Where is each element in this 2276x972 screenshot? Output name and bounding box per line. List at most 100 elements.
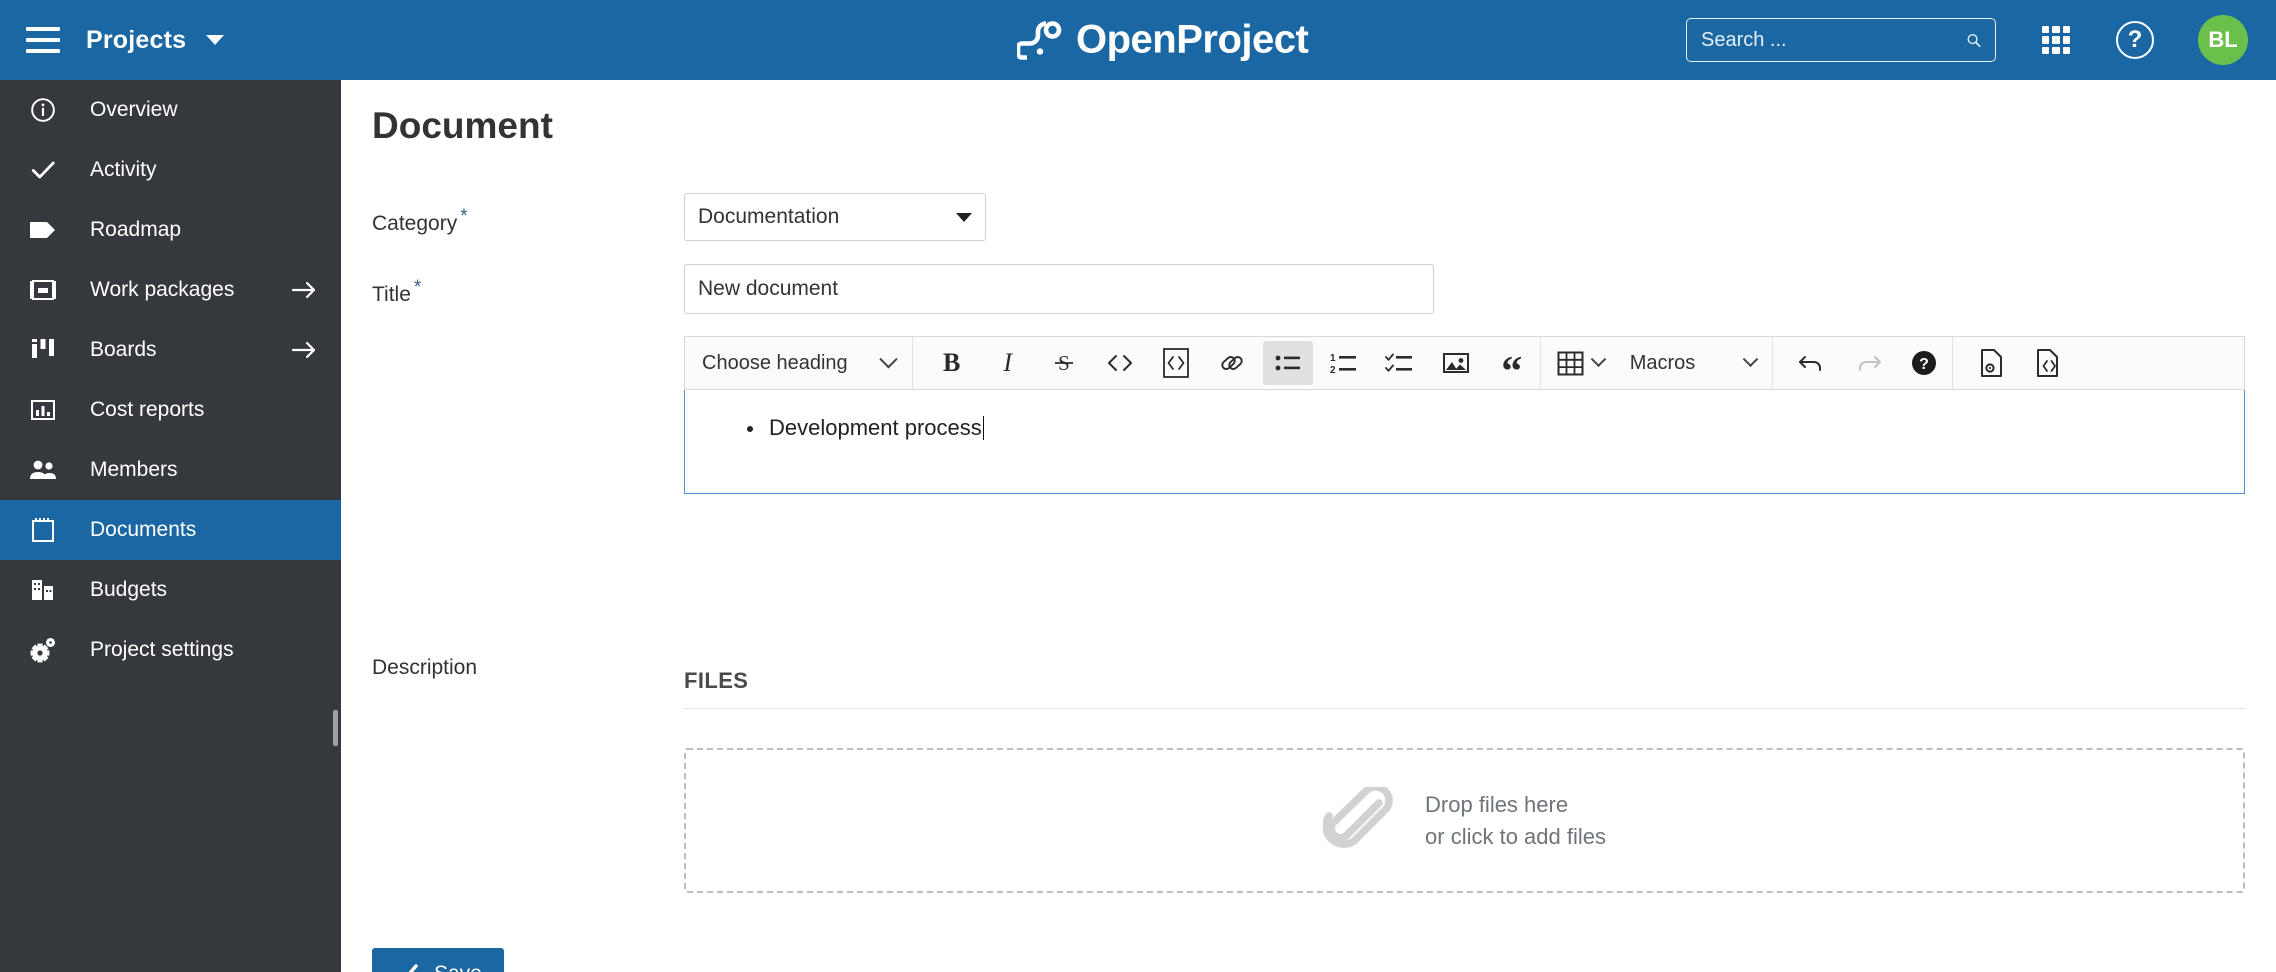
link-button[interactable] xyxy=(1207,341,1257,385)
gear-icon xyxy=(26,635,60,665)
sidebar-item-boards[interactable]: Boards xyxy=(0,320,341,380)
required-marker: * xyxy=(413,277,422,298)
view-mode-buttons xyxy=(1953,337,2076,389)
editor-list-item[interactable]: Development process xyxy=(685,414,2244,443)
title-label-text: Title xyxy=(372,283,411,306)
bold-button[interactable]: B xyxy=(927,341,977,385)
project-selector[interactable]: Projects xyxy=(86,25,225,55)
top-navigation-bar: Projects OpenProject ? BL xyxy=(0,0,2276,80)
sidebar-resize-handle[interactable] xyxy=(333,710,338,746)
sidebar-item-label: Activity xyxy=(90,158,157,181)
rich-text-editor: Choose heading B I S 1 2 “ Macros ? Deve… xyxy=(684,336,2245,494)
sidebar-item-work-packages[interactable]: Work packages xyxy=(0,260,341,320)
save-button[interactable]: Save xyxy=(372,948,504,972)
category-label-text: Category xyxy=(372,212,458,235)
editor-list-item-text: Development process xyxy=(769,415,982,440)
editor-content-area[interactable]: Development process xyxy=(684,390,2245,494)
markdown-source-button[interactable] xyxy=(2023,341,2073,385)
editor-bulleted-list: Development process xyxy=(685,414,2244,443)
divider xyxy=(684,708,2245,709)
arrow-right-icon[interactable] xyxy=(291,280,317,300)
chevron-down-icon xyxy=(956,212,972,222)
heading-select[interactable]: Choose heading xyxy=(685,337,912,389)
search-icon xyxy=(1967,34,1981,47)
files-section-header: FILES xyxy=(684,668,2245,709)
editor-help-button[interactable]: ? xyxy=(1899,341,1949,385)
description-label: Description xyxy=(372,656,478,679)
macros-label: Macros xyxy=(1629,351,1696,374)
file-dropzone[interactable]: Drop files here or click to add files xyxy=(684,748,2245,893)
macros-dropdown[interactable]: Macros xyxy=(1614,337,1773,389)
info-circle-icon xyxy=(26,95,60,125)
category-select[interactable]: Documentation xyxy=(684,193,986,241)
project-selector-label: Projects xyxy=(86,25,187,54)
svg-text:2: 2 xyxy=(1330,365,1336,375)
chevron-down-icon xyxy=(1742,350,1759,367)
category-label: Category * xyxy=(372,206,468,236)
budgets-icon xyxy=(26,575,60,605)
sidebar-item-budgets[interactable]: Budgets xyxy=(0,560,341,620)
search-input[interactable] xyxy=(1701,28,1966,52)
numbered-list-button[interactable]: 12 xyxy=(1319,341,1369,385)
table-button[interactable] xyxy=(1541,350,1614,377)
sidebar-item-label: Project settings xyxy=(90,638,234,661)
todo-list-button[interactable] xyxy=(1375,341,1425,385)
sidebar-item-label: Roadmap xyxy=(90,218,182,241)
formatting-buttons: B I S 1 2 “ xyxy=(913,337,1540,393)
help-icon[interactable]: ? xyxy=(2116,21,2154,59)
dropzone-line-2: or click to add files xyxy=(1425,823,1606,849)
check-icon xyxy=(408,964,418,972)
modules-grid-icon[interactable] xyxy=(2042,26,2070,54)
sidebar-item-label: Budgets xyxy=(90,578,168,601)
hamburger-icon[interactable] xyxy=(26,27,60,53)
logo-text: OpenProject xyxy=(1076,17,1309,62)
avatar-initials: BL xyxy=(2208,27,2238,52)
preview-button[interactable] xyxy=(1967,341,2017,385)
avatar[interactable]: BL xyxy=(2198,15,2248,65)
document-icon xyxy=(26,515,60,545)
bulleted-list-button[interactable] xyxy=(1262,341,1313,385)
sidebar-item-label: Boards xyxy=(90,338,157,361)
editor-toolbar: Choose heading B I S 1 2 “ Macros ? xyxy=(684,336,2245,393)
strikethrough-button[interactable]: S xyxy=(1039,341,1089,385)
sidebar-item-label: Cost reports xyxy=(90,398,205,421)
italic-button[interactable]: I xyxy=(983,341,1033,385)
page-title: Document xyxy=(372,105,553,146)
check-icon xyxy=(26,155,60,185)
blockquote-button[interactable]: “ xyxy=(1487,341,1537,393)
sidebar-item-cost-reports[interactable]: Cost reports xyxy=(0,380,341,440)
sidebar-item-label: Members xyxy=(90,458,178,481)
redo-button[interactable] xyxy=(1843,341,1893,385)
required-marker: * xyxy=(460,206,468,227)
title-label: Title * xyxy=(372,277,421,307)
chevron-down-icon xyxy=(206,35,225,45)
sidebar-item-overview[interactable]: Overview xyxy=(0,80,341,140)
people-icon xyxy=(26,455,60,485)
arrow-right-icon[interactable] xyxy=(291,340,317,360)
chevron-down-icon xyxy=(878,349,898,368)
boards-icon xyxy=(26,335,60,365)
sidebar-item-project-settings[interactable]: Project settings xyxy=(0,620,341,680)
main-content: Document Category * Documentation Title * … xyxy=(341,80,2276,972)
tag-icon xyxy=(26,215,60,245)
chart-icon xyxy=(26,395,60,425)
sidebar-item-activity[interactable]: Activity xyxy=(0,140,341,200)
history-buttons: ? xyxy=(1773,337,1952,389)
files-section-title: FILES xyxy=(684,668,749,693)
sidebar-item-roadmap[interactable]: Roadmap xyxy=(0,200,341,260)
sidebar-item-label: Work packages xyxy=(90,278,235,301)
undo-button[interactable] xyxy=(1787,341,1837,385)
top-bar-right-actions: ? BL xyxy=(1686,15,2248,65)
title-input[interactable] xyxy=(684,264,1434,314)
code-block-button[interactable] xyxy=(1151,341,1201,385)
global-search[interactable] xyxy=(1686,18,1996,62)
inline-code-button[interactable] xyxy=(1095,341,1145,385)
chevron-down-icon xyxy=(1590,350,1606,367)
svg-text:?: ? xyxy=(1919,356,1929,373)
heading-select-label: Choose heading xyxy=(702,351,848,374)
sidebar-item-members[interactable]: Members xyxy=(0,440,341,500)
sidebar-item-documents[interactable]: Documents xyxy=(0,500,341,560)
image-button[interactable] xyxy=(1431,341,1481,385)
insert-buttons: Macros xyxy=(1541,337,1773,389)
openproject-logo[interactable]: OpenProject xyxy=(1017,17,1309,63)
